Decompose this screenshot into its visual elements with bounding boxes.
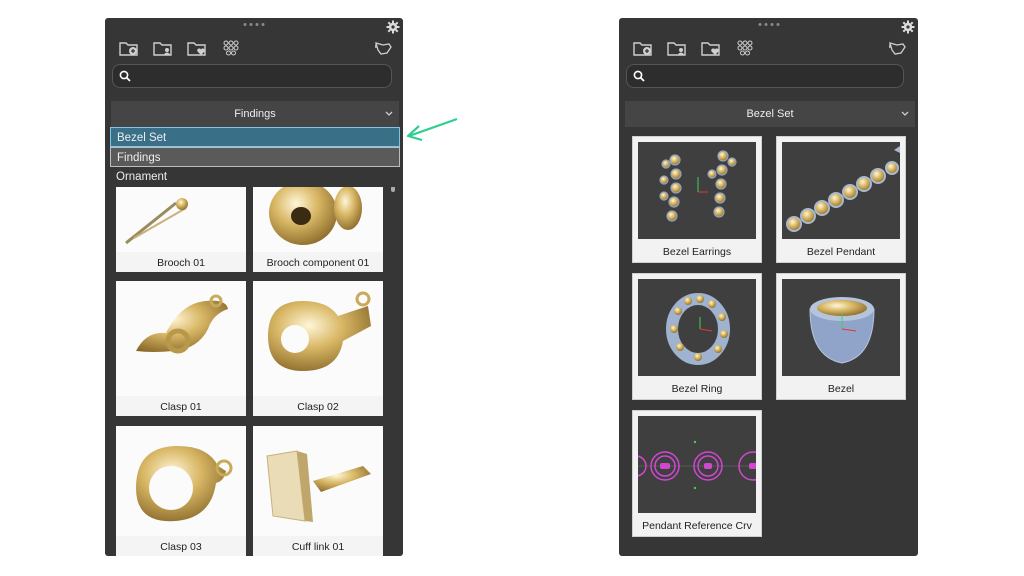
item-card-clasp-02[interactable]: Clasp 02 — [253, 281, 383, 416]
folder-heart-icon[interactable] — [701, 39, 721, 57]
item-label: Pendant Reference Crv — [642, 520, 752, 532]
item-card-clasp-01[interactable]: Clasp 01 — [116, 281, 246, 416]
chevron-down-icon — [385, 111, 393, 116]
search-box[interactable] — [626, 64, 904, 88]
item-label: Bezel Pendant — [806, 246, 876, 258]
library-panel-right: Bezel Set Bezel Earrings Bezel Pendant B… — [619, 18, 918, 556]
category-dropdown-value: Bezel Set — [746, 108, 794, 120]
item-thumbnail — [638, 416, 756, 513]
drag-handle[interactable] — [758, 23, 779, 26]
item-label: Bezel — [827, 383, 855, 395]
search-icon — [633, 70, 645, 82]
folder-add-icon[interactable] — [119, 39, 139, 57]
item-card-cuff-link-01[interactable]: Cuff link 01 — [253, 426, 383, 556]
hand-pointer-icon[interactable] — [373, 39, 393, 57]
item-thumbnail — [782, 142, 900, 239]
gear-icon[interactable] — [386, 20, 400, 34]
dropdown-option-ornament[interactable]: Ornament — [110, 167, 400, 187]
folder-user-icon[interactable] — [667, 39, 687, 57]
dropdown-option-bezel-set[interactable]: Bezel Set — [110, 127, 400, 147]
item-label: Clasp 01 — [160, 401, 202, 413]
hand-pointer-icon[interactable] — [887, 39, 907, 57]
category-dropdown[interactable]: Findings — [111, 101, 399, 127]
library-panel-left: Findings Bezel Set Findings Ornament Bro… — [105, 18, 403, 556]
item-thumbnail — [116, 281, 246, 396]
search-input[interactable] — [139, 67, 383, 87]
search-icon — [119, 70, 131, 82]
item-label: Bezel Earrings — [662, 246, 732, 258]
item-label: Cuff link 01 — [291, 541, 345, 553]
search-box[interactable] — [112, 64, 392, 88]
item-card-bezel-earrings[interactable]: Bezel Earrings — [632, 136, 762, 263]
item-label: Bezel Ring — [671, 383, 723, 395]
item-label: Brooch 01 — [157, 257, 205, 269]
chevron-down-icon — [901, 111, 909, 116]
item-card-bezel[interactable]: Bezel — [776, 273, 906, 400]
item-card-clasp-03[interactable]: Clasp 03 — [116, 426, 246, 556]
item-label: Brooch component 01 — [266, 257, 370, 269]
item-thumbnail — [116, 426, 246, 536]
search-input[interactable] — [653, 67, 897, 87]
item-card-pendant-reference-crv[interactable]: Pendant Reference Crv — [632, 410, 762, 537]
item-thumbnail — [638, 142, 756, 239]
category-dropdown-value: Findings — [234, 108, 276, 120]
item-card-bezel-pendant[interactable]: Bezel Pendant — [776, 136, 906, 263]
gem-grid-icon[interactable] — [221, 39, 241, 57]
gem-grid-icon[interactable] — [735, 39, 755, 57]
item-label: Clasp 02 — [297, 401, 339, 413]
gear-icon[interactable] — [901, 20, 915, 34]
arrow-left-icon — [406, 117, 458, 142]
item-label: Clasp 03 — [160, 541, 202, 553]
folder-heart-icon[interactable] — [187, 39, 207, 57]
folder-add-icon[interactable] — [633, 39, 653, 57]
drag-handle[interactable] — [243, 23, 265, 26]
item-thumbnail — [253, 426, 383, 536]
category-dropdown-list: Bezel Set Findings Ornament — [110, 127, 400, 187]
item-thumbnail — [782, 279, 900, 376]
item-card-bezel-ring[interactable]: Bezel Ring — [632, 273, 762, 400]
item-thumbnail — [253, 281, 383, 396]
folder-user-icon[interactable] — [153, 39, 173, 57]
dropdown-option-findings[interactable]: Findings — [110, 147, 400, 167]
item-thumbnail — [638, 279, 756, 376]
category-dropdown[interactable]: Bezel Set — [625, 101, 915, 127]
